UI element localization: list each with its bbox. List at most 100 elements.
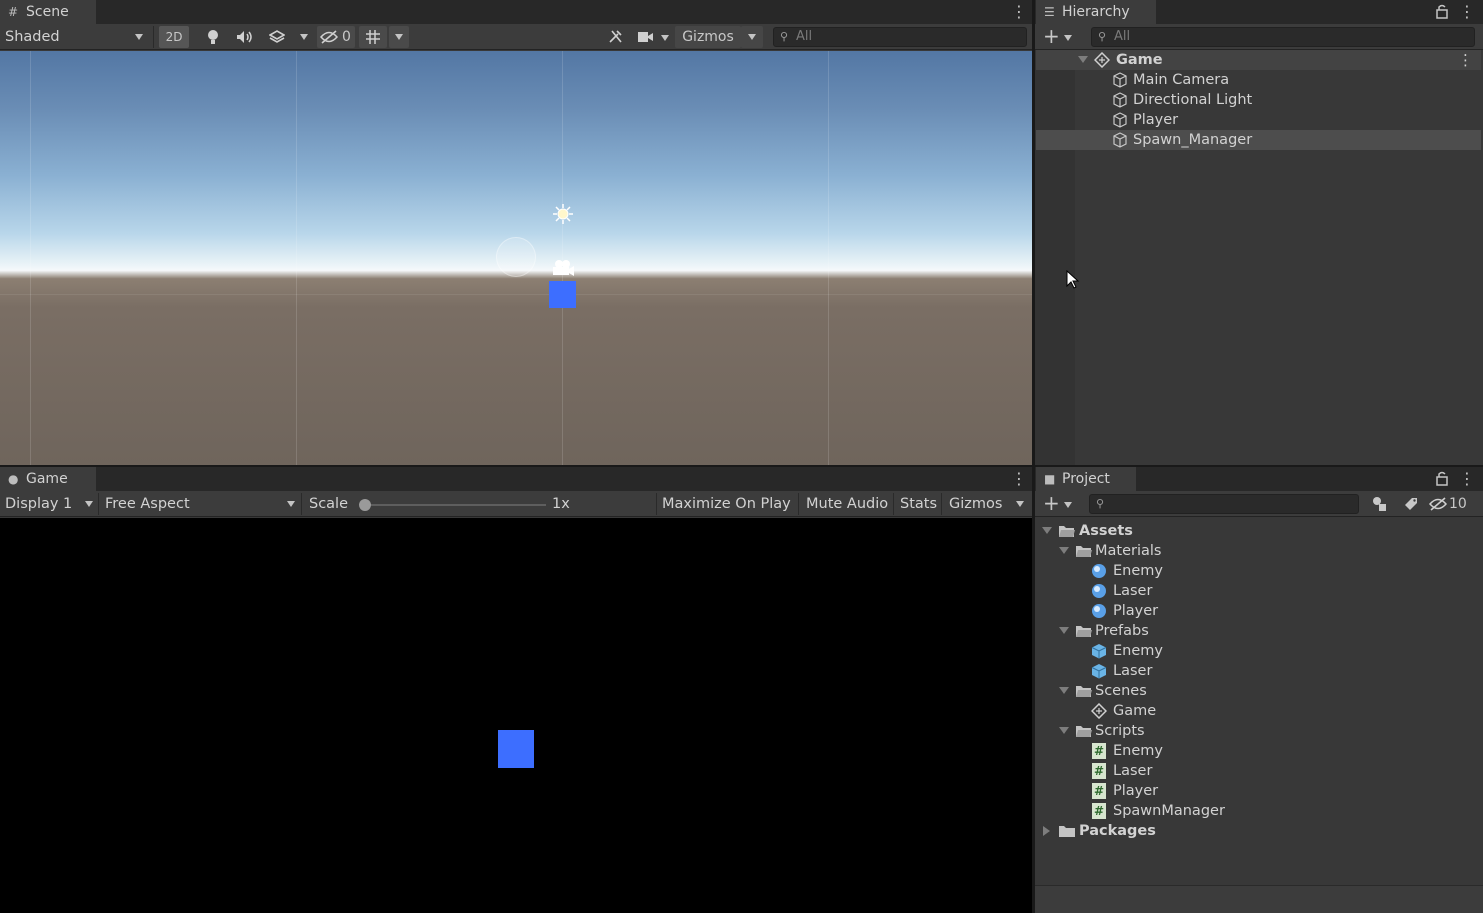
lock-icon[interactable] — [1436, 3, 1448, 21]
toggle-2d-button[interactable]: 2D — [159, 26, 189, 48]
scale-slider[interactable] — [359, 499, 546, 511]
tab-game-label: Game — [26, 471, 68, 487]
audio-toggle-button[interactable] — [231, 26, 259, 48]
effects-toggle-button[interactable] — [263, 26, 291, 48]
scene-viewport[interactable] — [0, 51, 1032, 465]
tools-icon — [608, 30, 622, 43]
shading-mode-dropdown[interactable]: Shaded — [5, 24, 147, 50]
chevron-down-icon — [300, 34, 308, 40]
grid-line — [0, 294, 1032, 295]
mute-audio-toggle[interactable]: Mute Audio — [806, 491, 888, 517]
create-add-button[interactable]: + — [1039, 26, 1075, 48]
player-cube[interactable] — [549, 281, 576, 308]
gizmos-label: Gizmos — [682, 29, 734, 45]
game-tab-strip: ● Game ⋮ — [0, 467, 1032, 491]
lighting-toggle-button[interactable] — [199, 26, 227, 48]
gizmos-dropdown[interactable] — [741, 26, 763, 48]
game-viewport[interactable] — [0, 518, 1032, 913]
grid-dropdown[interactable] — [389, 26, 409, 48]
chevron-down-icon — [287, 501, 295, 507]
light-gizmo-sun-icon[interactable] — [552, 203, 574, 225]
tab-project-label: Project — [1062, 471, 1110, 487]
hierarchy-item-directional-light[interactable]: Directional Light — [1036, 90, 1481, 110]
hierarchy-item-label: Main Camera — [1133, 72, 1230, 88]
search-by-type-button[interactable] — [1367, 493, 1391, 515]
gameobject-cube-icon — [1113, 132, 1127, 148]
assets-label: Assets — [1079, 523, 1133, 539]
asset-label: Player — [1113, 783, 1159, 799]
display-value: Display 1 — [5, 496, 73, 512]
gizmos-button[interactable]: Gizmos — [675, 26, 741, 48]
chevron-down-icon — [395, 34, 403, 40]
scene-row-menu-icon[interactable]: ⋮ — [1458, 50, 1473, 70]
chevron-down-icon — [135, 34, 143, 40]
lock-icon[interactable] — [1436, 470, 1448, 488]
project-menu-icon[interactable]: ⋮ — [1459, 469, 1475, 489]
expand-triangle-icon — [1059, 687, 1069, 694]
hierarchy-search-input[interactable]: ⚲ All — [1091, 27, 1475, 47]
hierarchy-item-main-camera[interactable]: Main Camera — [1036, 70, 1481, 90]
hierarchy-panel: ☰ Hierarchy ⋮ + ⚲ All Game ⋮ Main Camera … — [1035, 0, 1483, 465]
asset-label: Laser — [1113, 763, 1153, 779]
search-by-label-button[interactable] — [1399, 493, 1423, 515]
camera-settings-button[interactable] — [635, 26, 671, 48]
tab-project[interactable]: ■ Project — [1036, 467, 1136, 491]
asset-label: Laser — [1113, 583, 1153, 599]
scene-menu-icon[interactable]: ⋮ — [1011, 2, 1027, 22]
tab-scene[interactable]: # Scene — [0, 0, 96, 24]
tab-game[interactable]: ● Game — [0, 467, 96, 491]
camera-gizmo-icon[interactable] — [551, 259, 575, 277]
folder-label: Scenes — [1095, 683, 1147, 699]
aspect-dropdown[interactable]: Free Aspect — [105, 491, 297, 517]
hidden-packages-toggle[interactable]: 10 — [1427, 493, 1477, 515]
hierarchy-item-player[interactable]: Player — [1036, 110, 1481, 130]
folder-label: Materials — [1095, 543, 1162, 559]
aspect-value: Free Aspect — [105, 496, 190, 512]
game-menu-icon[interactable]: ⋮ — [1011, 469, 1027, 489]
game-gizmos-dropdown[interactable] — [1010, 493, 1030, 515]
gameobject-cube-icon — [1113, 72, 1127, 88]
hierarchy-menu-icon[interactable]: ⋮ — [1459, 2, 1475, 22]
display-dropdown[interactable]: Display 1 — [5, 491, 95, 517]
scene-visibility-toggle[interactable]: 0 — [317, 26, 355, 48]
chevron-down-icon — [85, 501, 93, 507]
stats-toggle[interactable]: Stats — [900, 491, 937, 517]
grid-line — [562, 51, 563, 465]
chevron-down-icon — [661, 35, 669, 41]
maximize-on-play-toggle[interactable]: Maximize On Play — [662, 491, 791, 517]
csharp-script-icon: # — [1092, 743, 1106, 759]
csharp-script-icon: # — [1092, 783, 1106, 799]
chevron-down-icon — [1064, 35, 1072, 41]
divider — [301, 493, 302, 515]
scale-slider-thumb[interactable] — [359, 499, 371, 511]
hierarchy-tree: Game ⋮ Main Camera Directional Light Pla… — [1035, 50, 1483, 465]
collapse-triangle-icon — [1043, 826, 1050, 836]
divider — [98, 493, 99, 515]
grid-toggle-button[interactable] — [359, 26, 387, 48]
game-toolbar: Display 1 Free Aspect Scale 1x Maximize … — [0, 491, 1032, 517]
hierarchy-scene-row[interactable]: Game ⋮ — [1036, 50, 1481, 70]
tab-hierarchy[interactable]: ☰ Hierarchy — [1036, 0, 1156, 24]
effects-dropdown[interactable] — [295, 26, 313, 48]
divider — [153, 26, 154, 48]
tab-scene-label: Scene — [26, 4, 69, 20]
expand-triangle-icon — [1059, 627, 1069, 634]
project-tab-strip: ■ Project ⋮ — [1035, 467, 1483, 491]
tools-button[interactable] — [603, 26, 627, 48]
scene-search-input[interactable]: ⚲ All — [773, 27, 1027, 47]
chevron-down-icon — [1064, 502, 1072, 508]
create-asset-button[interactable]: + — [1039, 493, 1075, 515]
project-footer-bar — [1035, 885, 1483, 913]
scene-tab-strip: # Scene ⋮ — [0, 0, 1032, 24]
unity-scene-icon — [1091, 703, 1107, 719]
search-icon: ⚲ — [1096, 497, 1105, 510]
camera-gizmo-sphere[interactable] — [496, 237, 536, 277]
folder-open-icon — [1076, 726, 1092, 737]
unity-scene-icon — [1094, 52, 1110, 68]
hierarchy-item-spawn-manager[interactable]: Spawn_Manager — [1036, 130, 1481, 150]
game-gizmos-toggle[interactable]: Gizmos — [949, 491, 1002, 517]
type-filter-icon — [1373, 497, 1386, 511]
scale-value: 1x — [552, 496, 570, 512]
project-search-input[interactable]: ⚲ — [1089, 494, 1359, 514]
folder-label: Scripts — [1095, 723, 1145, 739]
